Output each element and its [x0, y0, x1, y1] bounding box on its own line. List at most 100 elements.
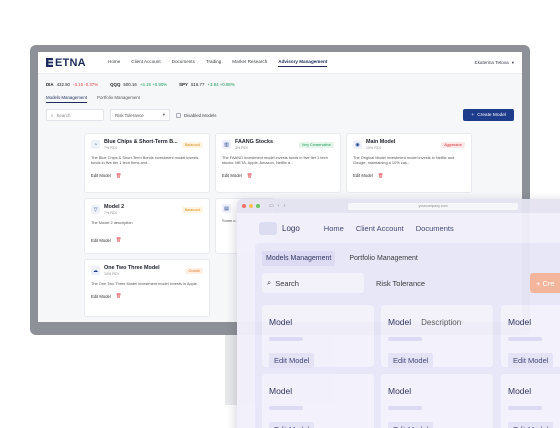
- chart-icon: ▤: [222, 204, 231, 213]
- edit-model-button[interactable]: Edit Model: [91, 238, 111, 243]
- trash-icon[interactable]: 🗑: [116, 173, 122, 179]
- etna-logo-icon: [46, 58, 53, 67]
- edit-model-button[interactable]: Edit Model: [91, 173, 111, 178]
- plus-icon: +: [471, 112, 475, 118]
- risk-badge: Growth: [185, 267, 203, 274]
- risk-badge: Balanced: [182, 206, 203, 213]
- wireframe-browser-window: ▭ ‹ › yourcompany.com Logo Home Client Acc…: [237, 199, 560, 428]
- nav-client-account[interactable]: Client Account: [131, 59, 160, 67]
- user-name: Ekaterina Tetova: [474, 60, 509, 65]
- risk-tolerance-select[interactable]: Risk Tolerance: [376, 279, 425, 288]
- ticker-qqq: QQQ 500.16 +4.15 +0.90%: [110, 82, 168, 87]
- search-input[interactable]: ⌕ Search: [262, 273, 364, 293]
- tab-models-management[interactable]: Models Management: [262, 251, 336, 266]
- cloud-icon: ☁: [91, 266, 100, 275]
- trash-icon[interactable]: 🗑: [378, 173, 384, 179]
- edit-model-button[interactable]: Edit Model: [508, 353, 554, 368]
- logo-placeholder: [259, 221, 277, 235]
- text-placeholder: [388, 406, 422, 410]
- create-model-button[interactable]: + Cre: [530, 273, 560, 293]
- trash-icon[interactable]: 🗑: [247, 173, 253, 179]
- funnel-icon: ▽: [91, 205, 100, 214]
- edit-model-button[interactable]: Edit Model: [508, 422, 554, 428]
- checkbox-icon: [176, 112, 181, 118]
- search-icon: ⌕: [267, 278, 272, 287]
- ticker-spy: SPY 516.77 +3.84 +0.88%: [179, 82, 235, 87]
- edit-model-button[interactable]: Edit Model: [91, 294, 111, 299]
- etna-logo[interactable]: ETNA: [46, 57, 108, 69]
- bank-icon: ▥: [222, 140, 231, 149]
- wireframe-tabs: Models Management Portfolio Management: [255, 243, 560, 266]
- maximize-dot-icon[interactable]: [256, 204, 260, 208]
- chevron-down-icon: ▾: [511, 59, 514, 65]
- create-model-button[interactable]: + Create Model: [463, 109, 514, 121]
- model-card[interactable]: ☁ One Two Three Model 10% ROI Growth The …: [84, 259, 210, 317]
- eye-icon: ◉: [353, 140, 362, 149]
- search-input[interactable]: ⌕ Search: [46, 109, 104, 121]
- bell-icon: ◔: [91, 140, 100, 149]
- edit-model-button[interactable]: Edit Model: [269, 422, 315, 428]
- wireframe-card[interactable]: Model Edit Model: [501, 374, 560, 428]
- text-placeholder: [508, 406, 542, 410]
- ticker-bar: DIA 432.50 -3.15 -0.37% QQQ 500.16 +4.15 +0.…: [38, 74, 522, 87]
- wireframe-card[interactable]: Model Edit Model: [501, 305, 560, 368]
- wireframe-header: Logo Home Client Account Documents: [237, 213, 560, 243]
- nav-trading[interactable]: Trading: [206, 59, 221, 67]
- nav-documents[interactable]: Documents: [416, 224, 454, 233]
- etna-filters: ⌕ Search Risk Tolerance ▾ Disabled Models …: [38, 103, 522, 121]
- model-card[interactable]: ◔ Blue Chips & Short-Term B... 7% ROI Bal…: [84, 133, 210, 193]
- address-bar[interactable]: yourcompany.com: [348, 202, 519, 210]
- browser-nav-icons: ▭ ‹ ›: [269, 203, 285, 209]
- close-dot-icon[interactable]: [242, 204, 246, 208]
- wireframe-filters: ⌕ Search Risk Tolerance + Cre: [255, 266, 560, 293]
- chevron-down-icon: ▾: [162, 112, 165, 117]
- edit-model-button[interactable]: Edit Model: [269, 353, 315, 368]
- text-placeholder: [269, 337, 303, 341]
- wireframe-card[interactable]: Model Edit Model: [381, 374, 493, 428]
- model-card[interactable]: ◉ Main Model 10% ROI Aggressive The Origi…: [346, 133, 472, 193]
- marketing-stage: ETNA Home Client Account Documents Tradi…: [0, 0, 560, 428]
- logo-text[interactable]: Logo: [282, 224, 300, 233]
- wireframe-card[interactable]: Model Edit Model: [262, 374, 374, 428]
- etna-header: ETNA Home Client Account Documents Tradi…: [38, 52, 522, 74]
- back-icon[interactable]: ‹: [278, 203, 280, 209]
- minimize-dot-icon[interactable]: [249, 204, 253, 208]
- user-menu[interactable]: Ekaterina Tetova ▾: [475, 60, 514, 66]
- nav-client-account[interactable]: Client Account: [356, 224, 404, 233]
- sidebar-icon[interactable]: ▭: [269, 203, 274, 209]
- etna-nav: Home Client Account Documents Trading Ma…: [108, 59, 328, 67]
- etna-tabs: Models Management Portfolio Management: [38, 87, 522, 103]
- trash-icon[interactable]: 🗑: [116, 293, 122, 299]
- trash-icon[interactable]: 🗑: [116, 237, 122, 243]
- text-placeholder: [269, 406, 303, 410]
- edit-model-button[interactable]: Edit Model: [353, 173, 373, 178]
- tab-portfolio-management[interactable]: Portfolio Management: [345, 251, 421, 266]
- nav-home[interactable]: Home: [324, 224, 344, 233]
- edit-model-button[interactable]: Edit Model: [222, 173, 242, 178]
- risk-badge: Aggressive: [441, 141, 465, 148]
- search-icon: ⌕: [51, 112, 54, 118]
- tab-models-management[interactable]: Models Management: [46, 95, 88, 103]
- risk-badge: Very Conservative: [298, 141, 334, 148]
- risk-tolerance-select[interactable]: Risk Tolerance ▾: [110, 109, 170, 121]
- ticker-dia: DIA 432.50 -3.15 -0.37%: [46, 82, 99, 87]
- forward-icon[interactable]: ›: [283, 203, 285, 209]
- wireframe-card[interactable]: Model Edit Model: [262, 305, 374, 368]
- browser-chrome: ▭ ‹ › yourcompany.com: [237, 199, 560, 213]
- disabled-models-checkbox[interactable]: Disabled Models: [176, 112, 216, 118]
- risk-badge: Balanced: [182, 141, 203, 148]
- text-placeholder: [508, 337, 542, 341]
- text-placeholder: [388, 337, 422, 341]
- nav-home[interactable]: Home: [108, 59, 120, 67]
- edit-model-button[interactable]: Edit Model: [388, 422, 434, 428]
- model-card[interactable]: ▥ FAANG Stocks 3% ROI Very Conservative T…: [215, 133, 341, 193]
- nav-documents[interactable]: Documents: [172, 59, 195, 67]
- wireframe-body: Models Management Portfolio Management ⌕…: [255, 243, 560, 428]
- nav-market-research[interactable]: Market Research: [232, 59, 267, 67]
- edit-model-button[interactable]: Edit Model: [388, 353, 434, 368]
- wireframe-nav: Home Client Account Documents: [324, 224, 454, 233]
- wireframe-card[interactable]: Model Description Edit Model: [381, 305, 493, 368]
- tab-portfolio-management[interactable]: Portfolio Management: [97, 95, 140, 103]
- model-card[interactable]: ▽ Model 2 7% ROI Balanced The Model 2 des…: [84, 198, 210, 254]
- nav-advisory-management[interactable]: Advisory Management: [278, 59, 328, 67]
